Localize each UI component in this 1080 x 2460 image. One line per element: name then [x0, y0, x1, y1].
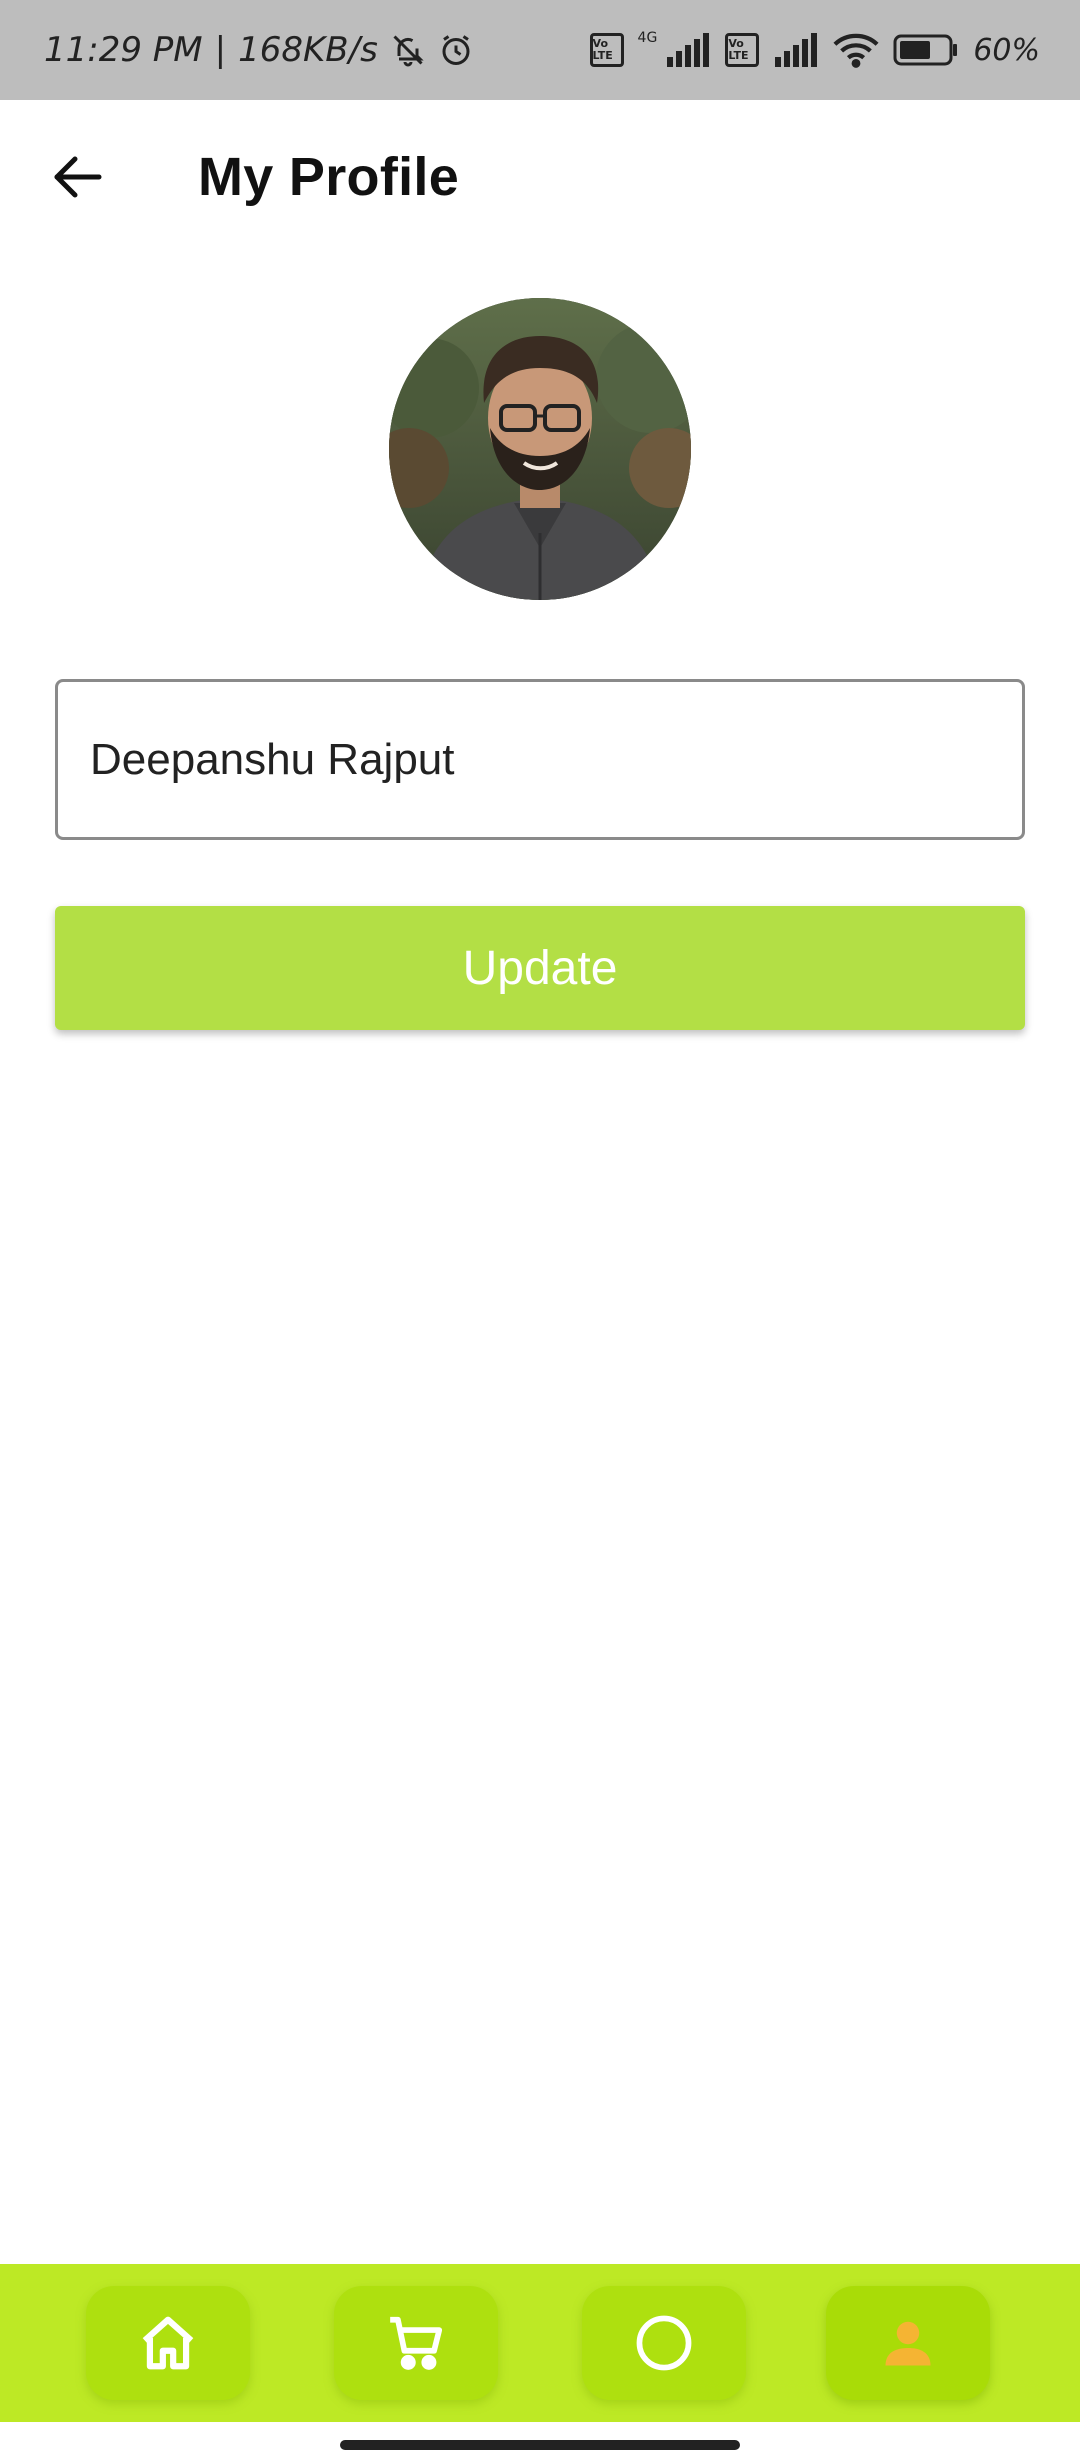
app-header: My Profile — [0, 100, 1080, 255]
arrow-left-icon — [54, 156, 102, 198]
volte-icon-2: Vo LTE — [725, 33, 760, 67]
nav-home[interactable] — [86, 2286, 250, 2400]
signal-icon-2 — [773, 33, 819, 67]
status-time: 11:29 PM — [44, 30, 203, 70]
volte-icon: Vo LTE — [589, 33, 624, 67]
name-field[interactable] — [55, 679, 1025, 840]
alarm-icon — [438, 32, 474, 68]
home-indicator[interactable] — [340, 2440, 740, 2450]
profile-photo — [389, 298, 691, 600]
circle-icon — [636, 2315, 692, 2371]
avatar[interactable] — [389, 298, 691, 600]
wifi-icon — [833, 32, 879, 68]
mute-bell-icon — [390, 32, 426, 68]
signal-icon — [665, 33, 711, 67]
back-button[interactable] — [40, 144, 114, 210]
cart-icon — [390, 2316, 443, 2370]
home-icon — [142, 2316, 194, 2370]
volte-label-2: Vo LTE — [728, 37, 749, 62]
page-title: My Profile — [198, 147, 460, 207]
network-generation: 4G — [637, 30, 658, 46]
battery-icon — [893, 33, 959, 67]
status-left: 11:29 PM | 168KB/s — [44, 30, 474, 70]
nav-cart[interactable] — [334, 2286, 498, 2400]
volte-label: Vo LTE — [592, 37, 613, 62]
update-button[interactable]: Update — [55, 906, 1025, 1030]
nav-profile[interactable] — [826, 2286, 990, 2400]
status-speed: 168KB/s — [238, 30, 378, 70]
status-right: Vo LTE 4G Vo LTE 60% — [589, 30, 1040, 68]
bottom-nav — [0, 2264, 1080, 2422]
battery-percent: 60% — [973, 32, 1040, 68]
nav-circle[interactable] — [582, 2286, 746, 2400]
status-separator: | — [214, 30, 227, 70]
status-bar: 11:29 PM | 168KB/s Vo LTE 4G Vo LTE 60% — [0, 0, 1080, 100]
person-icon — [885, 2321, 931, 2366]
profile-screen: 11:29 PM | 168KB/s Vo LTE 4G Vo LTE 60% … — [0, 0, 1080, 2460]
